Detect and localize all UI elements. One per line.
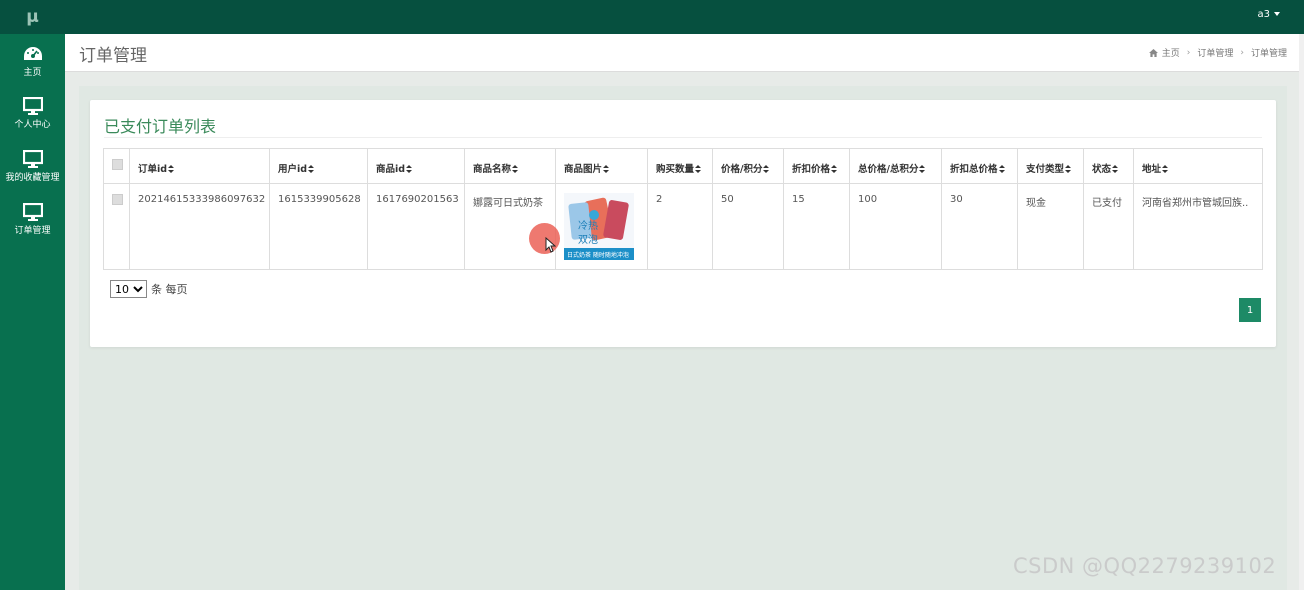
- col-header-total-price[interactable]: 总价格/总积分: [849, 148, 942, 184]
- sort-icon: [763, 165, 770, 173]
- col-label: 支付类型: [1026, 164, 1065, 175]
- col-label: 用户id: [278, 164, 308, 175]
- cell-address: 河南省郑州市管城回族..: [1133, 183, 1263, 270]
- sort-icon: [308, 165, 315, 173]
- app-logo[interactable]: μ: [0, 0, 65, 34]
- cell-discount-price: 15: [783, 183, 850, 270]
- sort-icon: [1112, 165, 1119, 173]
- col-header-status[interactable]: 状态: [1083, 148, 1134, 184]
- user-menu[interactable]: a3: [1257, 9, 1280, 20]
- sidebar: 主页 个人中心 我的收藏管理 订单管理: [0, 34, 65, 590]
- home-icon: [1148, 48, 1158, 57]
- panel-title: 已支付订单列表: [104, 117, 217, 136]
- mouse-cursor-icon: [545, 237, 556, 253]
- col-header-discount-total[interactable]: 折扣总价格: [941, 148, 1018, 184]
- col-label: 总价格/总积分: [858, 164, 919, 175]
- sidebar-item-label: 我的收藏管理: [5, 173, 60, 183]
- cell-status: 已支付: [1083, 183, 1134, 270]
- row-checkbox[interactable]: [112, 194, 123, 205]
- divider: [104, 137, 1262, 138]
- col-label: 商品id: [376, 164, 406, 175]
- monitor-icon: [22, 97, 43, 115]
- select-all-cell: [103, 148, 130, 184]
- image-caption: 日式奶茶 随时随地冲泡: [567, 251, 629, 259]
- cell-order-id: 20214615333986097632: [129, 183, 270, 270]
- sidebar-item-label: 个人中心: [14, 120, 51, 130]
- breadcrumb-separator: ›: [1240, 47, 1244, 58]
- col-label: 折扣总价格: [950, 164, 998, 175]
- table-header-row: 订单id 用户id 商品id 商品名称 商品图片 购买数量 价格/积分 折扣价格…: [103, 148, 1263, 184]
- dashboard-icon: [23, 47, 42, 60]
- sort-icon: [998, 165, 1005, 173]
- select-all-checkbox[interactable]: [112, 159, 123, 170]
- sort-icon: [919, 165, 926, 173]
- sidebar-item-favorites[interactable]: 我的收藏管理: [0, 145, 65, 193]
- col-header-discount-price[interactable]: 折扣价格: [783, 148, 850, 184]
- sort-icon: [512, 165, 519, 173]
- col-label: 商品图片: [564, 164, 603, 175]
- table-row[interactable]: 20214615333986097632 1615339905628 16176…: [103, 183, 1263, 270]
- breadcrumb-current: 订单管理: [1250, 49, 1287, 59]
- col-label: 状态: [1092, 164, 1112, 175]
- cell-quantity: 2: [647, 183, 713, 270]
- page-size-select[interactable]: 10: [110, 280, 147, 298]
- col-header-product-name[interactable]: 商品名称: [464, 148, 556, 184]
- caret-down-icon: [1274, 12, 1280, 16]
- sort-icon: [1065, 165, 1072, 173]
- col-label: 购买数量: [656, 164, 695, 175]
- col-label: 价格/积分: [721, 164, 763, 175]
- col-label: 折扣价格: [792, 164, 831, 175]
- cell-product-image: 冷热 双泡 日式奶茶 随时随地冲泡: [555, 183, 648, 270]
- col-header-order-id[interactable]: 订单id: [129, 148, 270, 184]
- col-header-pay-type[interactable]: 支付类型: [1017, 148, 1084, 184]
- row-select-cell: [103, 183, 130, 270]
- col-header-product-image[interactable]: 商品图片: [555, 148, 648, 184]
- orders-panel: 已支付订单列表 订单id 用户id 商品id 商品名称 商品图片 购买数量 价格…: [90, 100, 1276, 347]
- product-image[interactable]: 冷热 双泡 日式奶茶 随时随地冲泡: [564, 193, 634, 260]
- page-size-control: 10 条 每页: [110, 280, 188, 298]
- watermark: CSDN @QQ2279239102: [1013, 554, 1277, 578]
- sidebar-item-label: 订单管理: [14, 226, 51, 236]
- breadcrumb-orders[interactable]: 订单管理: [1197, 46, 1233, 59]
- top-navbar: μ a3: [0, 0, 1304, 34]
- sort-icon: [168, 165, 175, 173]
- cell-product-id: 1617690201563: [367, 183, 465, 270]
- cell-price: 50: [712, 183, 784, 270]
- user-name: a3: [1257, 9, 1271, 20]
- sort-icon: [406, 165, 413, 173]
- col-label: 订单id: [138, 164, 168, 175]
- sort-icon: [1162, 165, 1169, 173]
- col-header-address[interactable]: 地址: [1133, 148, 1263, 184]
- breadcrumb-separator: ›: [1186, 47, 1191, 58]
- cell-pay-type: 现金: [1017, 183, 1084, 270]
- page-size-label: 条 每页: [151, 283, 188, 296]
- col-header-user-id[interactable]: 用户id: [269, 148, 368, 184]
- page-button-1[interactable]: 1: [1239, 298, 1261, 322]
- cell-user-id: 1615339905628: [269, 183, 368, 270]
- monitor-icon: [22, 150, 43, 168]
- monitor-icon: [22, 203, 43, 221]
- cell-total-price: 100: [849, 183, 942, 270]
- cell-discount-total: 30: [941, 183, 1018, 270]
- breadcrumb: 主页 › 订单管理 › 订单管理: [1148, 46, 1287, 59]
- col-label: 地址: [1142, 164, 1162, 175]
- image-text-bottom: 双泡: [578, 233, 598, 246]
- sidebar-item-profile[interactable]: 个人中心: [0, 92, 65, 140]
- page-title: 订单管理: [79, 46, 147, 66]
- page-header: 订单管理 主页 › 订单管理 › 订单管理: [65, 34, 1299, 72]
- col-label: 商品名称: [473, 164, 512, 175]
- col-header-quantity[interactable]: 购买数量: [647, 148, 713, 184]
- sort-icon: [603, 165, 610, 173]
- sort-icon: [831, 165, 838, 173]
- col-header-product-id[interactable]: 商品id: [367, 148, 465, 184]
- sidebar-item-home[interactable]: 主页: [0, 40, 65, 88]
- breadcrumb-home[interactable]: 主页: [1162, 46, 1180, 59]
- col-header-price[interactable]: 价格/积分: [712, 148, 784, 184]
- sort-icon: [695, 165, 702, 173]
- orders-table: 订单id 用户id 商品id 商品名称 商品图片 购买数量 价格/积分 折扣价格…: [103, 148, 1263, 270]
- sidebar-item-label: 主页: [23, 68, 42, 78]
- sidebar-item-orders[interactable]: 订单管理: [0, 198, 65, 246]
- image-text-top: 冷热: [578, 219, 598, 232]
- scrollbar[interactable]: [1299, 34, 1304, 590]
